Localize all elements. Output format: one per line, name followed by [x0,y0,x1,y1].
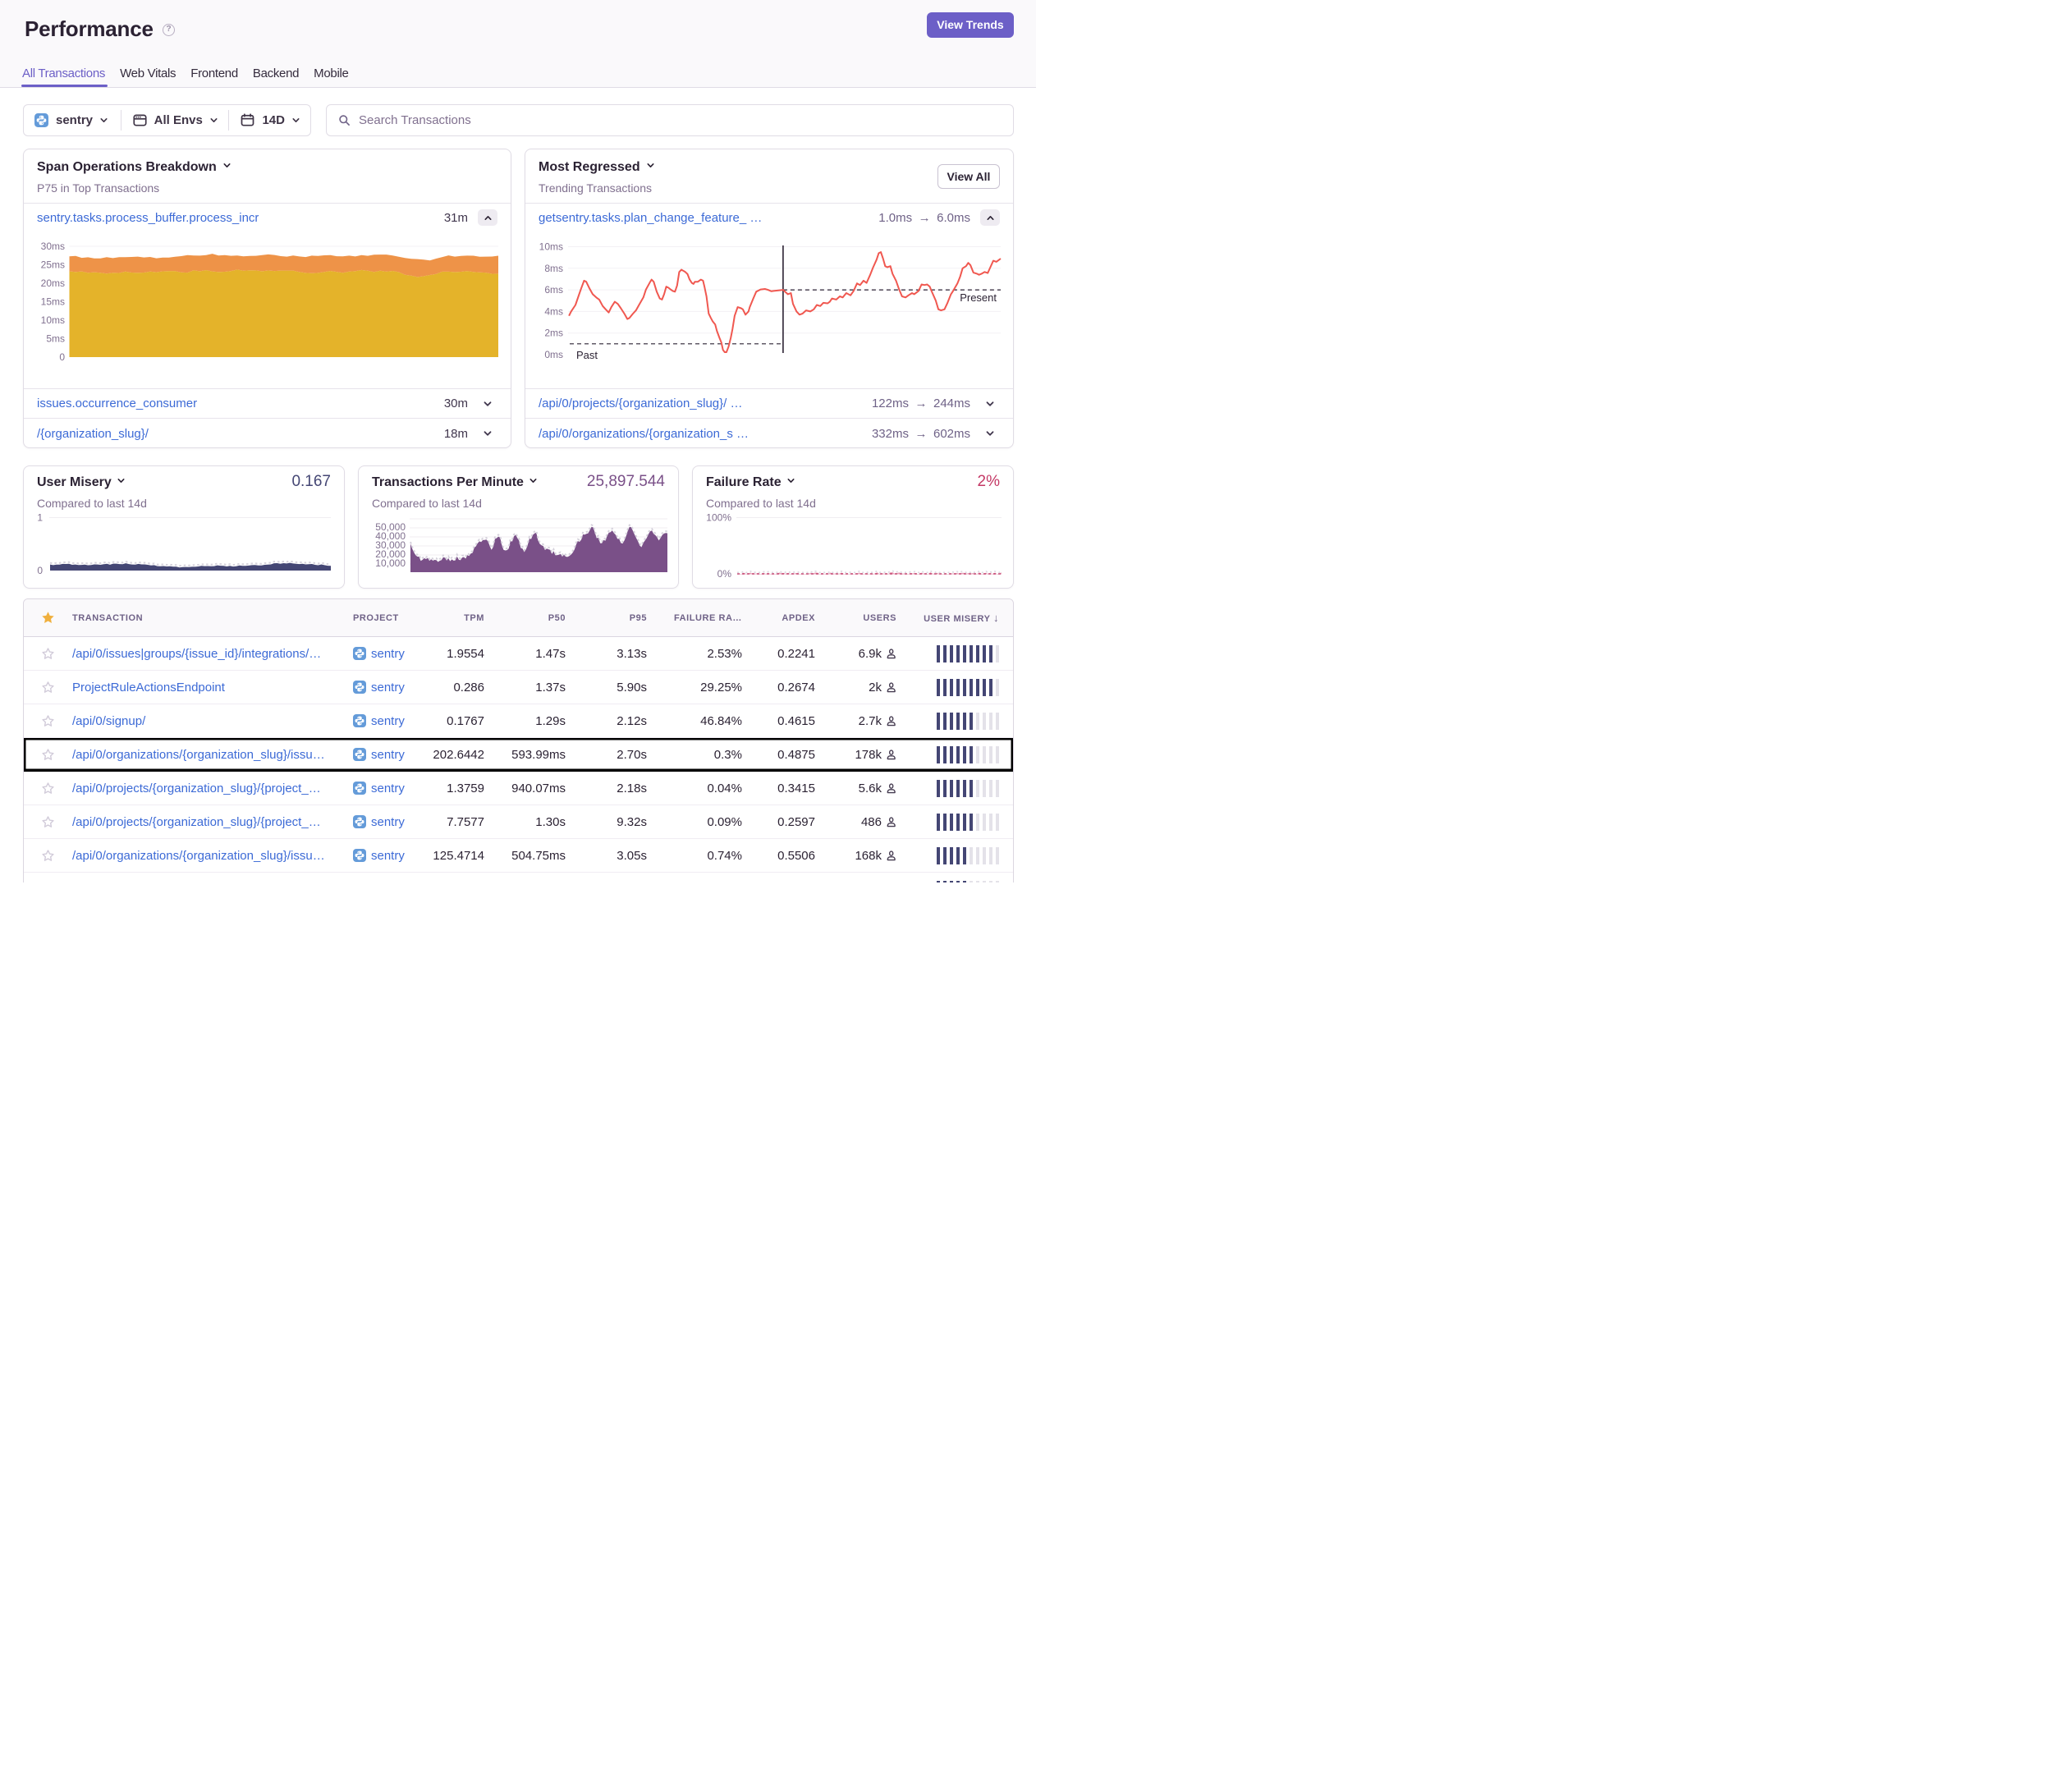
svg-text:25ms: 25ms [41,259,65,271]
svg-text:8ms: 8ms [544,263,563,274]
svg-text:5ms: 5ms [46,333,65,345]
svg-text:6ms: 6ms [544,284,563,296]
svg-text:0: 0 [59,351,65,363]
svg-text:4ms: 4ms [544,305,563,317]
svg-text:10ms: 10ms [41,314,65,326]
svg-text:0%: 0% [717,568,732,580]
svg-text:15ms: 15ms [41,296,65,308]
svg-text:Present: Present [960,291,997,304]
svg-text:100%: 100% [706,512,731,524]
svg-text:1: 1 [37,512,43,524]
svg-text:20ms: 20ms [41,277,65,289]
svg-text:Past: Past [576,349,598,361]
svg-text:10,000: 10,000 [375,557,406,569]
svg-text:0: 0 [37,565,43,576]
svg-text:0ms: 0ms [544,349,563,360]
svg-text:30ms: 30ms [41,241,65,252]
svg-text:2ms: 2ms [544,328,563,339]
svg-text:10ms: 10ms [539,241,563,253]
